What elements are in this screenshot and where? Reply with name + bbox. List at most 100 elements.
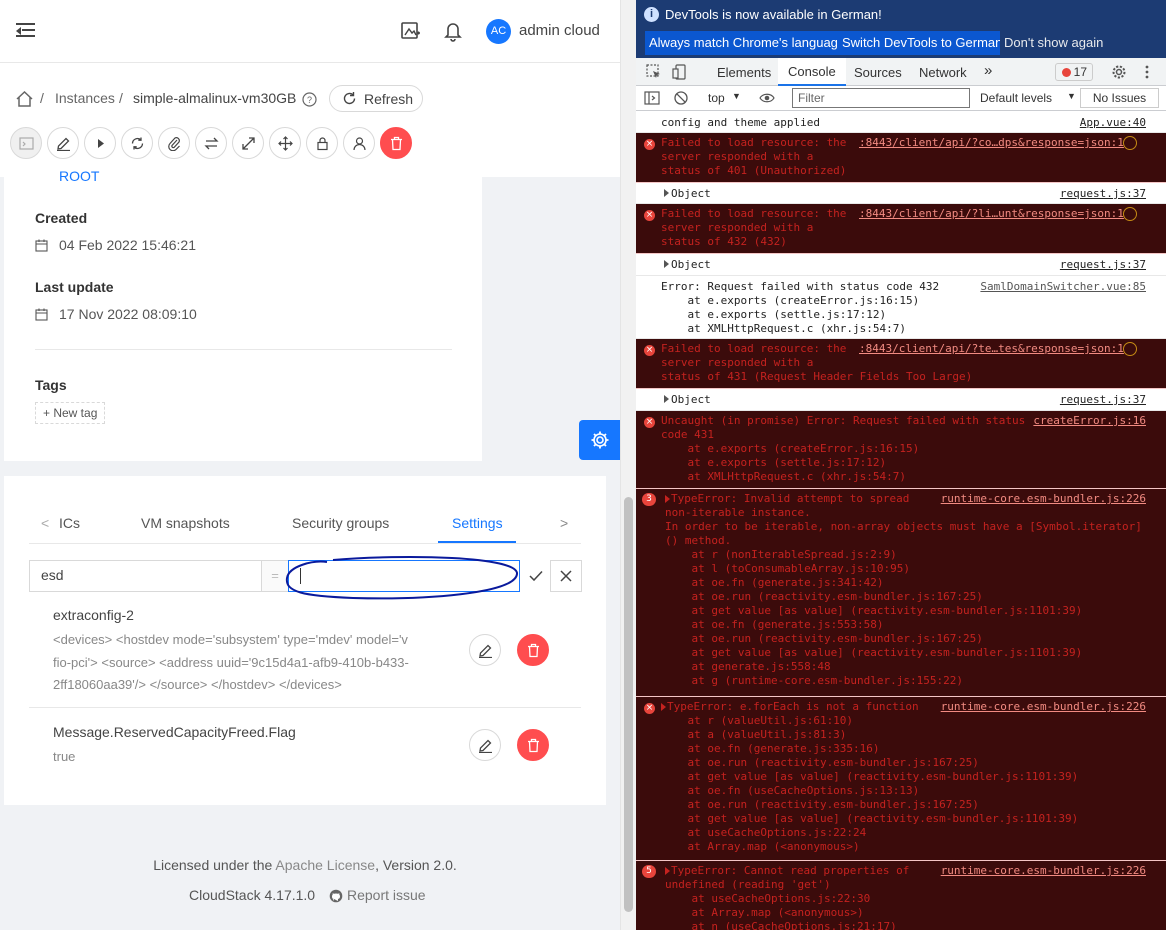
error-line: Failed to load resource: the [661, 207, 847, 220]
source-link[interactable]: runtime-core.esm-bundler.js:226 [941, 492, 1146, 505]
switch-language-button[interactable]: Switch DevTools to German [838, 31, 1007, 55]
clear-console-icon[interactable] [673, 90, 689, 106]
settings-drawer-button[interactable] [579, 420, 620, 460]
error-icon: × [644, 139, 655, 150]
source-link[interactable]: SamlDomainSwitcher.vue:85 [980, 280, 1146, 293]
tab-vm-snapshots[interactable]: VM snapshots [141, 515, 230, 531]
root-volume-link[interactable]: ROOT [59, 168, 99, 184]
move-button[interactable] [269, 127, 301, 159]
attach-iso-button[interactable] [158, 127, 190, 159]
source-link[interactable]: runtime-core.esm-bundler.js:226 [941, 700, 1146, 713]
view-console-button[interactable] [10, 127, 42, 159]
network-request-icon[interactable] [1123, 342, 1137, 356]
error-line: at oe.fn (useCacheOptions.js:13:13) [661, 784, 920, 797]
tab-settings[interactable]: Settings [452, 515, 503, 531]
source-link[interactable]: App.vue:40 [1080, 116, 1146, 129]
delete-setting-button[interactable] [517, 729, 549, 761]
setting-key-input[interactable]: esd [29, 560, 262, 592]
report-issue-link[interactable]: Report issue [347, 887, 426, 903]
user-name[interactable]: admin cloud [519, 22, 600, 39]
project-switch-icon[interactable] [400, 20, 422, 42]
network-request-icon[interactable] [1123, 207, 1137, 221]
edit-instance-button[interactable] [47, 127, 79, 159]
log-levels-dropdown[interactable]: Default levels [980, 91, 1052, 105]
tab-console[interactable]: Console [778, 58, 846, 86]
expand-triangle-icon[interactable] [664, 189, 669, 197]
reset-password-button[interactable] [306, 127, 338, 159]
delete-setting-button[interactable] [517, 634, 549, 666]
reinstall-button[interactable] [121, 127, 153, 159]
source-link[interactable]: runtime-core.esm-bundler.js:226 [941, 864, 1146, 877]
drag-icon [278, 136, 293, 151]
eye-icon[interactable] [759, 90, 775, 106]
context-selector[interactable]: top [708, 91, 725, 105]
destroy-instance-button[interactable] [380, 127, 412, 159]
license-suffix: , Version 2.0. [375, 857, 457, 873]
confirm-setting-button[interactable] [520, 560, 552, 592]
source-link[interactable]: request.js:37 [1060, 393, 1146, 406]
network-request-icon[interactable] [1123, 136, 1137, 150]
error-count-badge[interactable]: 17 [1055, 63, 1093, 81]
tab-sources[interactable]: Sources [854, 65, 902, 80]
setting-value-line: fio-pci'> <source> <address uuid='9c15d4… [53, 654, 409, 670]
tab-scroll-left[interactable]: < [41, 515, 49, 531]
source-link[interactable]: request.js:37 [1060, 187, 1146, 200]
expand-triangle-icon[interactable] [661, 703, 666, 711]
console-object[interactable]: Object request.js:37 [636, 389, 1166, 411]
inspect-icon[interactable] [646, 64, 662, 80]
source-link[interactable]: :8443/client/api/?te…tes&response=json:1 [859, 342, 1124, 355]
device-toolbar-icon[interactable] [672, 64, 688, 80]
edit-setting-button[interactable] [469, 634, 501, 666]
sidebar-toggle-icon[interactable] [644, 90, 660, 106]
console-object[interactable]: Object request.js:37 [636, 183, 1166, 204]
source-link[interactable]: :8443/client/api/?li…unt&response=json:1 [859, 207, 1124, 220]
source-link[interactable]: createError.js:16 [1033, 414, 1146, 427]
issues-button[interactable]: No Issues [1080, 88, 1159, 108]
expand-triangle-icon[interactable] [664, 260, 669, 268]
cancel-setting-button[interactable] [550, 560, 582, 592]
expand-triangle-icon[interactable] [664, 395, 669, 403]
error-line: TypeError: e.forEach is not a function [667, 700, 919, 713]
page-scrollbar[interactable] [620, 0, 636, 930]
home-icon[interactable] [16, 91, 33, 107]
expand-triangle-icon[interactable] [665, 867, 670, 875]
start-instance-button[interactable] [84, 127, 116, 159]
tab-elements[interactable]: Elements [717, 65, 771, 80]
tab-scroll-right[interactable]: > [560, 515, 568, 531]
settings-gear-icon[interactable] [1111, 64, 1127, 80]
kebab-menu-icon[interactable] [1139, 64, 1155, 80]
annotation-circle [285, 555, 519, 600]
new-tag-button[interactable]: + New tag [35, 402, 106, 424]
help-icon[interactable]: ? [302, 92, 317, 107]
user-avatar[interactable]: AC [486, 19, 511, 44]
match-language-button[interactable]: Always match Chrome's language [645, 31, 850, 55]
apache-license-link[interactable]: Apache License [275, 857, 375, 873]
migrate-button[interactable] [195, 127, 227, 159]
source-link[interactable]: request.js:37 [1060, 258, 1146, 271]
console-filter-input[interactable]: Filter [792, 88, 970, 108]
console-error: × Failed to load resource: the server re… [636, 204, 1166, 254]
dont-show-again-button[interactable]: Don't show again [1000, 31, 1108, 55]
error-line: at oe.fn (generate.js:335:16) [661, 742, 880, 755]
assign-user-button[interactable] [343, 127, 375, 159]
expand-triangle-icon[interactable] [665, 495, 670, 503]
setting-key-value: esd [41, 567, 64, 583]
tab-security-groups[interactable]: Security groups [292, 515, 389, 531]
tab-network[interactable]: Network [919, 65, 967, 80]
source-link[interactable]: :8443/client/api/?co…dps&response=json:1 [859, 136, 1124, 149]
instance-details-card: ROOT Created 04 Feb 2022 15:46:21 Last u… [4, 168, 482, 461]
scrollbar-thumb[interactable] [624, 497, 633, 912]
more-tabs-button[interactable]: » [984, 62, 992, 79]
scale-button[interactable] [232, 127, 264, 159]
menu-toggle-icon[interactable] [16, 22, 36, 40]
refresh-button[interactable]: Refresh [329, 85, 423, 112]
calendar-icon [35, 308, 48, 321]
console-object[interactable]: Object request.js:37 [636, 254, 1166, 276]
edit-setting-button[interactable] [469, 729, 501, 761]
tab-ics[interactable]: ICs [59, 515, 80, 531]
error-line: () method. [665, 534, 732, 547]
breadcrumb-instances[interactable]: Instances [55, 90, 115, 106]
paperclip-icon [168, 137, 180, 151]
notification-bell-icon[interactable] [442, 20, 464, 42]
error-line: at oe.fn (generate.js:553:58) [665, 618, 884, 631]
